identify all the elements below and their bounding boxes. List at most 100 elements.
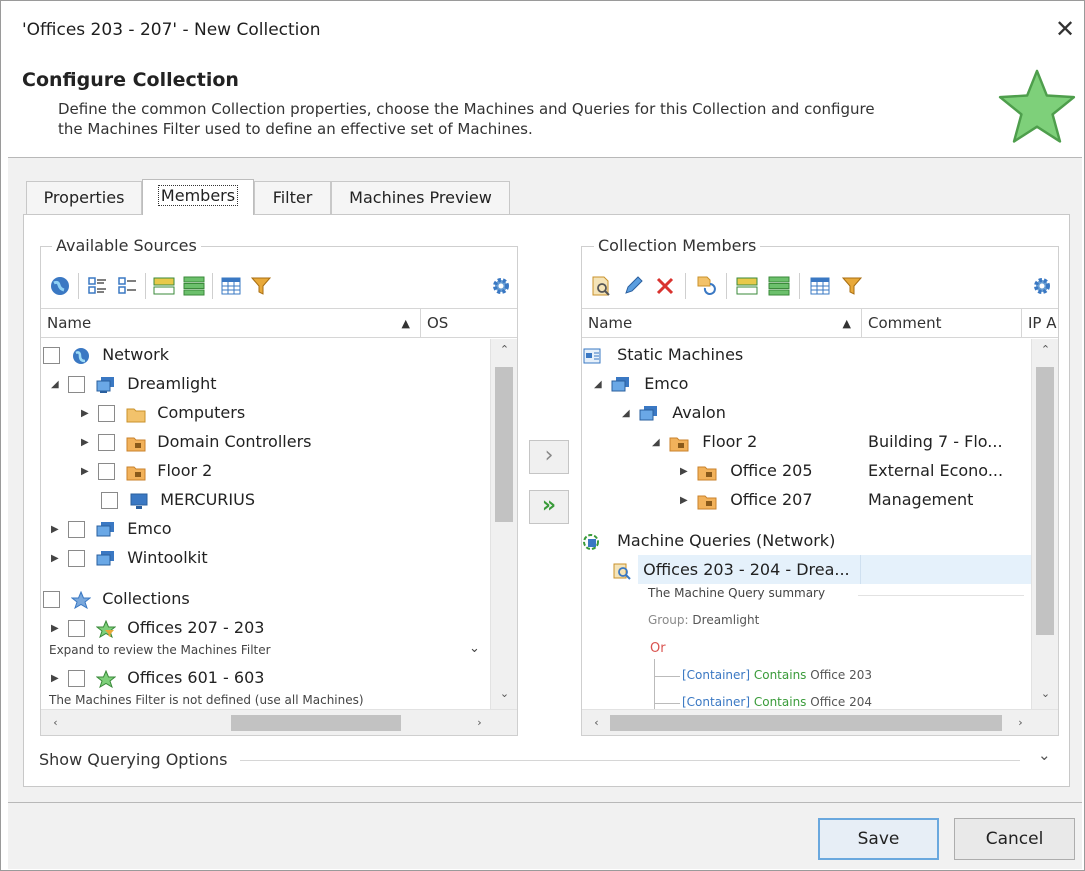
scroll-right-icon[interactable]: › bbox=[1012, 714, 1029, 731]
expand-arrow-icon[interactable]: ▶ bbox=[51, 664, 61, 693]
properties-icon[interactable] bbox=[589, 274, 613, 298]
expand-arrow-icon[interactable]: ▶ bbox=[81, 457, 91, 486]
node-label: Offices 207 - 203 bbox=[127, 618, 265, 637]
refresh-document-icon[interactable] bbox=[694, 274, 718, 298]
checkbox[interactable] bbox=[101, 492, 118, 509]
filter-icon[interactable] bbox=[249, 274, 273, 298]
save-button[interactable]: Save bbox=[818, 818, 939, 860]
settings-gear-icon[interactable] bbox=[1030, 274, 1054, 298]
chevron-down-icon[interactable]: ⌄ bbox=[1038, 746, 1051, 764]
scroll-thumb[interactable] bbox=[610, 715, 1002, 731]
tree-node-emco[interactable]: ◢ Emco bbox=[594, 369, 688, 398]
expand-arrow-icon[interactable]: ▶ bbox=[680, 457, 690, 486]
tree-node-floor2[interactable]: ▶ Floor 2 bbox=[81, 456, 212, 485]
expand-arrow-icon[interactable]: ▶ bbox=[51, 515, 61, 544]
tree-node-domain-controllers[interactable]: ▶ Domain Controllers bbox=[81, 427, 312, 456]
cancel-button[interactable]: Cancel bbox=[954, 818, 1075, 860]
tree-node-offices-601-603[interactable]: ▶ Offices 601 - 603 bbox=[51, 663, 264, 692]
tree-node-query-offices-203-204[interactable]: Offices 203 - 204 - Drea... bbox=[612, 555, 850, 584]
group-value: Dreamlight bbox=[692, 613, 760, 627]
sort-ascending-icon: ▲ bbox=[401, 317, 410, 330]
members-horizontal-scrollbar[interactable]: ‹ › bbox=[582, 709, 1058, 735]
checkbox[interactable] bbox=[68, 376, 86, 393]
checkbox[interactable] bbox=[68, 550, 86, 567]
expand-arrow-icon[interactable]: ▶ bbox=[51, 614, 61, 643]
collapse-all-icon[interactable] bbox=[115, 274, 139, 298]
members-vertical-scrollbar[interactable]: ⌃ ⌄ bbox=[1031, 339, 1058, 709]
tree-node-wintoolkit[interactable]: ▶ Wintoolkit bbox=[51, 543, 208, 572]
column-comment[interactable]: Comment bbox=[862, 309, 1022, 337]
settings-gear-icon[interactable] bbox=[489, 274, 513, 298]
column-ip-address[interactable]: IP A bbox=[1022, 309, 1058, 337]
scroll-thumb[interactable] bbox=[231, 715, 401, 731]
network-globe-icon[interactable] bbox=[48, 274, 72, 298]
tree-node-floor2[interactable]: ◢ Floor 2 Building 7 - Flo... bbox=[652, 427, 1031, 456]
scroll-left-icon[interactable]: ‹ bbox=[47, 714, 64, 731]
tree-node-office-205[interactable]: ▶ Office 205 External Econo... bbox=[680, 456, 1030, 485]
checkbox[interactable] bbox=[98, 434, 116, 451]
column-name[interactable]: Name ▲ bbox=[41, 309, 421, 338]
tree-node-mercurius[interactable]: MERCURIUS bbox=[93, 485, 255, 514]
tab-filter[interactable]: Filter bbox=[254, 181, 331, 215]
description-line-2: the Machines Filter used to define an ef… bbox=[58, 120, 533, 138]
collapse-arrow-icon[interactable]: ◢ bbox=[622, 399, 632, 428]
scroll-down-icon[interactable]: ⌄ bbox=[496, 685, 513, 702]
collapse-arrow-icon[interactable]: ◢ bbox=[51, 370, 61, 399]
checkbox[interactable] bbox=[68, 521, 86, 538]
tree-node-machine-queries[interactable]: Machine Queries (Network) bbox=[582, 526, 835, 555]
show-querying-options-toggle[interactable]: Show Querying Options bbox=[39, 750, 232, 769]
tree-node-avalon[interactable]: ◢ Avalon bbox=[622, 398, 726, 427]
tab-properties[interactable]: Properties bbox=[26, 181, 142, 215]
column-name[interactable]: Name ▲ bbox=[582, 309, 862, 337]
machine-queries-icon bbox=[583, 533, 599, 550]
tree-node-office-207[interactable]: ▶ Office 207 Management bbox=[680, 485, 1030, 514]
scroll-up-icon[interactable]: ⌃ bbox=[1037, 341, 1054, 358]
select-rows-icon[interactable] bbox=[735, 274, 759, 298]
edit-pencil-icon[interactable] bbox=[621, 274, 645, 298]
expand-arrow-icon[interactable]: ▶ bbox=[81, 428, 91, 457]
select-all-rows-icon[interactable] bbox=[767, 274, 791, 298]
available-horizontal-scrollbar[interactable]: ‹ › bbox=[41, 709, 517, 735]
checkbox[interactable] bbox=[43, 347, 60, 364]
collapse-arrow-icon[interactable]: ◢ bbox=[594, 370, 604, 399]
column-chooser-icon[interactable] bbox=[219, 274, 243, 298]
tree-connector bbox=[654, 676, 680, 677]
tree-node-collections[interactable]: Collections bbox=[43, 584, 190, 613]
tree-node-computers[interactable]: ▶ Computers bbox=[81, 398, 245, 427]
available-vertical-scrollbar[interactable]: ⌃ ⌄ bbox=[490, 339, 517, 709]
column-os[interactable]: OS bbox=[421, 309, 517, 338]
tab-machines-preview[interactable]: Machines Preview bbox=[331, 181, 510, 215]
select-all-rows-icon[interactable] bbox=[182, 274, 206, 298]
checkbox[interactable] bbox=[98, 405, 116, 422]
tree-node-emco[interactable]: ▶ Emco bbox=[51, 514, 172, 543]
scroll-right-icon[interactable]: › bbox=[471, 714, 488, 731]
expand-arrow-icon[interactable]: ▶ bbox=[51, 544, 61, 573]
select-rows-icon[interactable] bbox=[152, 274, 176, 298]
checkbox[interactable] bbox=[68, 670, 86, 687]
column-chooser-icon[interactable] bbox=[808, 274, 832, 298]
filter-icon[interactable] bbox=[840, 274, 864, 298]
expand-all-icon[interactable] bbox=[85, 274, 109, 298]
expand-arrow-icon[interactable]: ▶ bbox=[81, 399, 91, 428]
tree-node-static-machines[interactable]: Static Machines bbox=[582, 340, 743, 369]
add-selected-button[interactable]: › bbox=[529, 440, 569, 474]
close-button[interactable]: ✕ bbox=[1050, 14, 1080, 44]
scroll-down-icon[interactable]: ⌄ bbox=[1037, 685, 1054, 702]
add-all-button[interactable]: » bbox=[529, 490, 569, 524]
tree-node-network[interactable]: Network bbox=[43, 340, 169, 369]
checkbox[interactable] bbox=[43, 591, 60, 608]
scroll-left-icon[interactable]: ‹ bbox=[588, 714, 605, 731]
scroll-thumb[interactable] bbox=[495, 367, 513, 522]
domain-icon bbox=[611, 376, 630, 391]
expand-arrow-icon[interactable]: ▶ bbox=[680, 486, 690, 515]
tree-node-offices-207-203[interactable]: ▶ Offices 207 - 203 bbox=[51, 613, 264, 642]
scroll-thumb[interactable] bbox=[1036, 367, 1054, 635]
scroll-up-icon[interactable]: ⌃ bbox=[496, 341, 513, 358]
checkbox[interactable] bbox=[68, 620, 86, 637]
chevron-down-icon[interactable]: ⌄ bbox=[469, 641, 480, 656]
tree-node-dreamlight[interactable]: ◢ Dreamlight bbox=[51, 369, 217, 398]
delete-icon[interactable] bbox=[653, 274, 677, 298]
collapse-arrow-icon[interactable]: ◢ bbox=[652, 428, 662, 457]
checkbox[interactable] bbox=[98, 463, 116, 480]
tab-members[interactable]: Members bbox=[142, 179, 254, 215]
